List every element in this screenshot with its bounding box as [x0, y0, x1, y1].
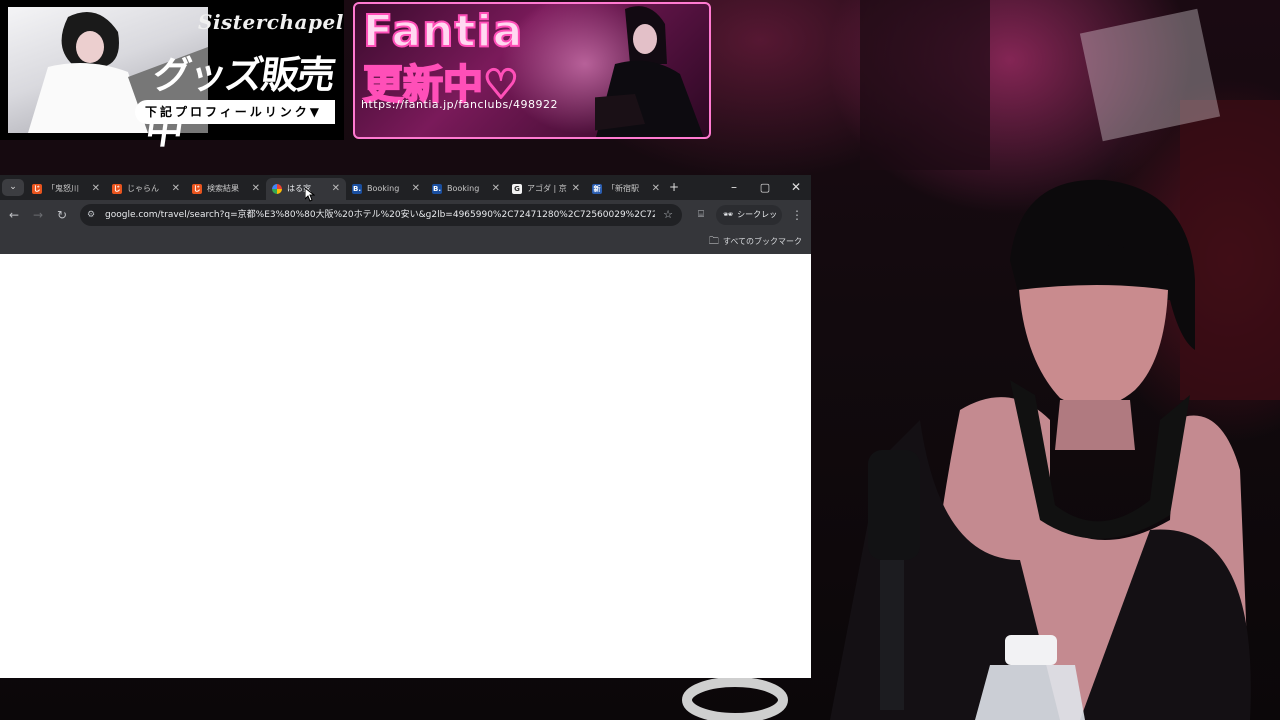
tab-4[interactable]: B. Booking ✕	[346, 178, 426, 200]
jalan-icon: じ	[32, 184, 42, 194]
site-info-icon[interactable]: ⚙	[87, 204, 95, 226]
forward-button[interactable]: →	[27, 200, 49, 230]
bookmark-bar: 🗀 すべてのブックマーク	[0, 230, 811, 254]
tab-6[interactable]: G アゴダ | 京 ✕	[506, 178, 586, 200]
agoda-icon: G	[512, 184, 522, 194]
tab-title: 「新宿駅	[607, 184, 639, 193]
tab-title: じゃらん	[127, 184, 159, 193]
menu-icon[interactable]: ⋮	[786, 200, 808, 230]
back-button[interactable]: ←	[3, 200, 25, 230]
minimize-button[interactable]: –	[719, 175, 749, 200]
all-bookmarks-label: すべてのブックマーク	[722, 237, 802, 246]
incognito-icon: 🕶	[723, 210, 734, 219]
bookmark-star-icon[interactable]: ☆	[663, 204, 673, 226]
goods-sale-banner: Sisterchapel グッズ販売中 下記プロフィールリンク▼	[0, 0, 344, 152]
tab-1[interactable]: じじゃらん ✕	[106, 178, 186, 200]
window-close-button[interactable]: ✕	[781, 175, 811, 200]
tab-title: 「鬼怒川	[47, 184, 79, 193]
tab-title: アゴダ | 京	[527, 184, 567, 193]
incognito-indicator[interactable]: 🕶シークレット	[716, 205, 782, 239]
goods-sale-title: グッズ販売中	[142, 52, 337, 152]
new-tab-button[interactable]: +	[659, 175, 689, 200]
folder-icon: 🗀	[708, 236, 719, 247]
url-text[interactable]: google.com/travel/search?q=京都%E3%80%80大阪…	[105, 204, 655, 226]
mouse-cursor-icon	[305, 188, 315, 202]
close-icon[interactable]: ✕	[572, 178, 580, 200]
sisterchapel-logo: Sisterchapel	[198, 10, 344, 34]
all-bookmarks-button[interactable]: 🗀 すべてのブックマーク	[709, 230, 802, 254]
browser-toolbar: ← → ↻ ⚙ google.com/travel/search?q=京都%E3…	[0, 200, 811, 239]
tab-search-icon[interactable]: ⌸	[690, 200, 712, 230]
site-icon: 新	[592, 184, 602, 194]
tab-title: Booking	[367, 184, 400, 193]
tab-title: Booking	[447, 184, 480, 193]
tab-0[interactable]: じ「鬼怒川 ✕	[26, 178, 106, 200]
fantia-photo	[595, 6, 704, 137]
maximize-button[interactable]: ▢	[750, 175, 780, 200]
close-icon[interactable]: ✕	[92, 178, 100, 200]
page-content[interactable]	[0, 254, 811, 678]
fantia-banner: Fantia 更新中♡ https://fantia.jp/fanclubs/4…	[353, 2, 711, 139]
tab-title: 検索結果	[207, 184, 239, 193]
tab-5[interactable]: B. Booking ✕	[426, 178, 506, 200]
close-icon[interactable]: ✕	[492, 178, 500, 200]
close-icon[interactable]: ✕	[252, 178, 260, 200]
tab-7[interactable]: 新「新宿駅 ✕	[586, 178, 666, 200]
tab-strip: ⌄ じ「鬼怒川 ✕ じじゃらん ✕ じ検索結果 ✕ はる家 ✕ B. Booking ✕ B…	[0, 175, 811, 200]
address-bar[interactable]: ⚙ google.com/travel/search?q=京都%E3%80%80…	[80, 204, 682, 226]
jalan-icon: じ	[192, 184, 202, 194]
booking-icon: B.	[352, 184, 362, 194]
close-icon[interactable]: ✕	[172, 178, 180, 200]
fantia-title: Fantia	[362, 5, 524, 58]
reload-button[interactable]: ↻	[51, 200, 73, 230]
browser-window: ⌄ じ「鬼怒川 ✕ じじゃらん ✕ じ検索結果 ✕ はる家 ✕ B. Booking ✕ B…	[0, 175, 811, 678]
fantia-url: https://fantia.jp/fanclubs/498922	[361, 98, 558, 111]
tab-2[interactable]: じ検索結果 ✕	[186, 178, 266, 200]
close-icon[interactable]: ✕	[332, 178, 340, 200]
google-travel-icon	[272, 184, 282, 194]
close-icon[interactable]: ✕	[412, 178, 420, 200]
tab-search-button[interactable]: ⌄	[2, 179, 24, 196]
profile-link-label: 下記プロフィールリンク▼	[135, 100, 335, 124]
jalan-icon: じ	[112, 184, 122, 194]
booking-icon: B.	[432, 184, 442, 194]
